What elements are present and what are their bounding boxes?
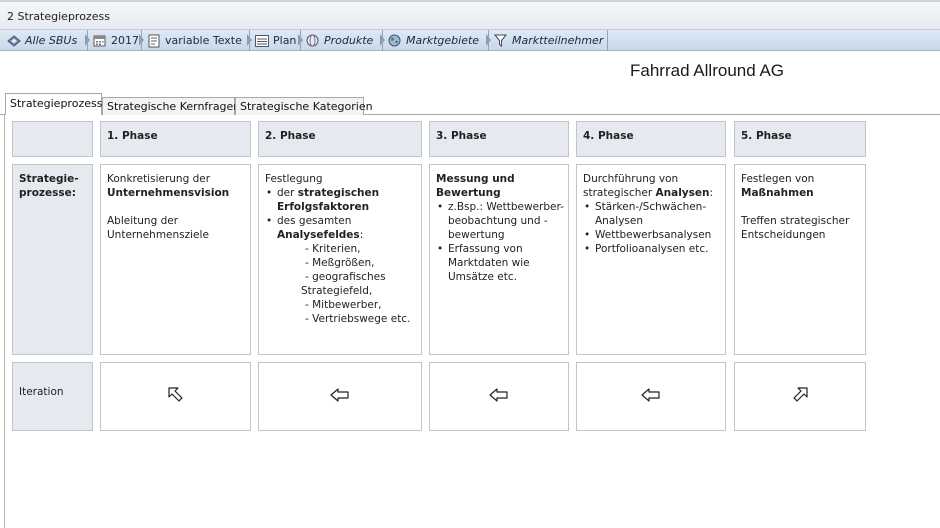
window-title: 2 Strategieprozess bbox=[7, 10, 110, 23]
breadcrumb-toolbar: Alle SBUs 2017 variable Texte Plan Produ… bbox=[0, 30, 940, 51]
tab-strip: Strategieprozess Strategische Kernfragen… bbox=[0, 93, 940, 116]
tab-strategieprozess[interactable]: Strategieprozess bbox=[5, 93, 102, 116]
grid-corner bbox=[12, 121, 93, 157]
crumb-sbu[interactable]: Alle SBUs bbox=[2, 30, 90, 51]
crumb-products[interactable]: Produkte bbox=[301, 30, 385, 51]
document-icon bbox=[146, 34, 161, 48]
list-item: Wettbewerbsanalysen bbox=[583, 228, 721, 242]
iteration-cell[interactable] bbox=[429, 362, 569, 431]
iteration-cell[interactable] bbox=[576, 362, 726, 431]
arrow-up-right-icon[interactable] bbox=[791, 386, 809, 408]
sphere-icon bbox=[305, 34, 320, 48]
row-label-iteration: Iteration bbox=[12, 362, 93, 431]
calendar-icon bbox=[92, 34, 107, 48]
phase3-content: Messung und Bewertung z.Bsp.: Wettbewerb… bbox=[429, 164, 569, 355]
list-item: Erfassung von Marktdaten wie Umsätze etc… bbox=[436, 242, 564, 284]
phase-header: 4. Phase bbox=[576, 121, 726, 157]
tab-kategorien[interactable]: Strategische Kategorien bbox=[235, 97, 373, 115]
phase2-content: Festlegung der strategischen Erfolgsfakt… bbox=[258, 164, 422, 355]
tab-kernfragen[interactable]: Strategische Kernfragen bbox=[102, 97, 240, 115]
company-name: Fahrrad Allround AG bbox=[630, 61, 785, 80]
globe-icon bbox=[6, 34, 21, 48]
arrow-left-icon[interactable] bbox=[489, 387, 509, 406]
list-item: Stärken-/Schwächen- Analysen bbox=[583, 200, 721, 228]
list-item: z.Bsp.: Wettbewerber- beobachtung und - … bbox=[436, 200, 564, 242]
strategy-grid: 1. Phase 2. Phase 3. Phase 4. Phase 5. P… bbox=[4, 115, 940, 528]
phase-header: 2. Phase bbox=[258, 121, 422, 157]
list-item: der strategischen Erfolgsfaktoren bbox=[265, 186, 417, 214]
arrow-left-icon[interactable] bbox=[641, 387, 661, 406]
list-icon bbox=[254, 34, 269, 48]
arrow-left-icon[interactable] bbox=[330, 387, 350, 406]
phase4-content: Durchführung von strategischer Analysen:… bbox=[576, 164, 726, 355]
funnel-icon bbox=[493, 34, 508, 48]
divider bbox=[607, 30, 608, 51]
list-item: des gesamten Analysefeldes: bbox=[265, 214, 417, 242]
world-icon bbox=[387, 34, 402, 48]
phase5-content: Festlegen von Maßnahmen Treffen strategi… bbox=[734, 164, 866, 355]
row-label-process: Strategie- prozesse: bbox=[12, 164, 93, 355]
iteration-cell[interactable] bbox=[258, 362, 422, 431]
phase1-content: Konkretisierung der Unternehmensvision A… bbox=[100, 164, 251, 355]
arrow-up-left-icon[interactable] bbox=[167, 386, 185, 408]
iteration-cell[interactable] bbox=[100, 362, 251, 431]
crumb-year[interactable]: 2017 bbox=[88, 30, 144, 51]
crumb-texts[interactable]: variable Texte bbox=[142, 30, 252, 51]
phase-header: 3. Phase bbox=[429, 121, 569, 157]
phase-header: 5. Phase bbox=[734, 121, 866, 157]
list-item: Portfolioanalysen etc. bbox=[583, 242, 721, 256]
crumb-markets[interactable]: Marktgebiete bbox=[383, 30, 491, 51]
window-titlebar: 2 Strategieprozess bbox=[0, 0, 940, 30]
crumb-participants[interactable]: Marktteilnehmer bbox=[489, 30, 607, 51]
iteration-cell[interactable] bbox=[734, 362, 866, 431]
crumb-plan[interactable]: Plan bbox=[250, 30, 303, 51]
phase-header: 1. Phase bbox=[100, 121, 251, 157]
